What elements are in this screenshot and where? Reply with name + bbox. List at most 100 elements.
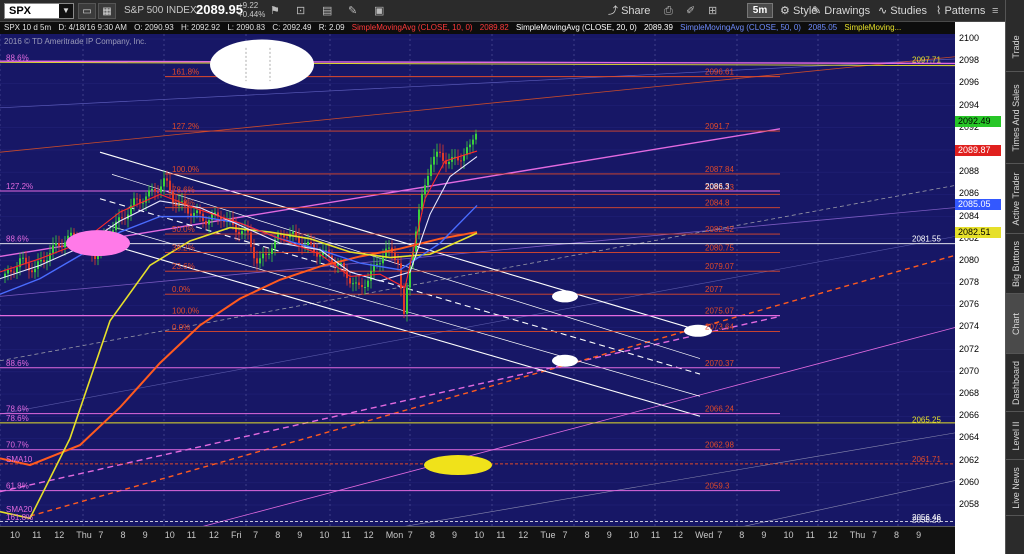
drawings-menu[interactable]: ✎ Drawings [812, 3, 870, 19]
note-icon[interactable]: ✎ [348, 3, 357, 19]
patterns-menu[interactable]: ⌇ Patterns [936, 3, 985, 19]
grid-icon[interactable]: ▦ [98, 3, 116, 19]
legend-more-studies[interactable]: SimpleMoving... [844, 23, 901, 32]
lock-icon[interactable]: ⊞ [708, 3, 717, 19]
sidebar-tab-label: Big Buttons [1010, 240, 1021, 287]
candle-body [262, 253, 264, 259]
price-tick-label: 2072 [959, 343, 980, 354]
pink-level-label: 88.6% [6, 53, 29, 62]
candle-body [292, 231, 294, 234]
time-tick-label: 11 [341, 530, 351, 540]
fib-label-right: 2096.61 [705, 68, 734, 77]
candle-body [295, 231, 297, 236]
candle-body [256, 258, 258, 264]
fib-label-left: 61.8% [172, 199, 195, 208]
candle-body [382, 256, 384, 264]
legend-close: C: 2092.49 [272, 23, 312, 32]
gear-icon: ⚙ [780, 5, 790, 17]
pink-level-label: 88.6% [6, 359, 29, 368]
sidebar-tab-label: Times And Sales [1010, 83, 1021, 152]
sidebar-tab-trade[interactable]: Trade [1006, 22, 1024, 72]
menu-icon[interactable]: ≡ [992, 3, 998, 19]
candle-body [250, 232, 252, 248]
highlight-ellipse-yellow [424, 455, 492, 476]
legend-sma50[interactable]: SimpleMovingAvg (CLOSE, 50, 0) [680, 23, 801, 32]
candle-body [376, 263, 378, 265]
sidebar-tab-dashboard[interactable]: Dashboard [1006, 354, 1024, 412]
legend-sma10[interactable]: SimpleMovingAvg (CLOSE, 10, 0) [352, 23, 473, 32]
chevron-down-icon[interactable]: ▼ [59, 4, 73, 18]
candle-body [388, 247, 390, 249]
candle-body [37, 261, 39, 269]
candle-body [136, 198, 138, 200]
candle-body [442, 152, 444, 161]
time-tick-label: 11 [32, 530, 42, 540]
snapshot-icon[interactable]: ▣ [374, 3, 384, 19]
last-price: 2089.95 [196, 2, 243, 17]
time-tick-label: 11 [805, 530, 815, 540]
candle-body [364, 286, 366, 288]
time-tick-label: 8 [584, 530, 590, 540]
time-tick-label: Tue [540, 530, 556, 540]
candle-body [58, 243, 60, 246]
time-tick-label: 8 [429, 530, 435, 540]
time-tick-label: 7 [98, 530, 104, 540]
print-icon[interactable]: ⎙ [664, 3, 673, 19]
sidebar-tab-big-buttons[interactable]: Big Buttons [1006, 234, 1024, 294]
pencil-icon[interactable]: ✐ [686, 3, 695, 19]
level-label: 2081.55 [912, 235, 941, 244]
sidebar-tab-label: Level II [1010, 420, 1021, 451]
time-tick-label: Fri [231, 530, 242, 540]
candle-body [358, 282, 360, 285]
sidebar-tab-chart[interactable]: Chart [1006, 294, 1024, 354]
symbol-link-icon[interactable]: ▭ [78, 3, 96, 19]
info-icon[interactable]: ▤ [322, 3, 332, 19]
trend-line [0, 56, 955, 153]
instrument-name: S&P 500 INDEX [124, 5, 197, 16]
price-chart-svg[interactable]: 161.8% 127.2% 100.0% 78.6% 61.8% 50.0% 38.2% 23… [0, 34, 955, 526]
candle-body [469, 144, 471, 148]
drawing-set-icon[interactable]: ⊡ [296, 3, 305, 19]
change-stack: +9.22 +0.44% [238, 1, 265, 19]
candle-body [7, 269, 9, 274]
candle-body [448, 161, 450, 165]
time-axis[interactable]: 10 11 12 Thu 7 8 9 10 11 12 Fri 7 8 9 10 11 12 Mon 7 8 9 10 11… [0, 526, 955, 554]
sidebar-tab-times-and-sales[interactable]: Times And Sales [1006, 72, 1024, 164]
sidebar-tab-label: Live News [1010, 466, 1021, 509]
fib-label-right: 2066.24 [705, 405, 734, 414]
legend-high: H: 2092.92 [180, 23, 221, 32]
price-tick-label: 2088 [959, 166, 980, 177]
candle-body [397, 260, 399, 264]
fib-label-right: 2073.64 [705, 322, 734, 331]
candle-body [31, 270, 33, 273]
time-tick-label: 9 [142, 530, 148, 540]
sidebar-tab-active-trader[interactable]: Active Trader [1006, 164, 1024, 234]
chart-toolbar: SPX ▼ ▭ ▦ S&P 500 INDEX 2089.95 +9.22 +0… [0, 0, 1024, 22]
legend-description: SPX 10 d 5m [4, 23, 52, 32]
price-chart-area[interactable]: 161.8% 127.2% 100.0% 78.6% 61.8% 50.0% 38.2% 23… [0, 34, 955, 526]
symbol-input[interactable]: SPX ▼ [4, 3, 74, 19]
candle-body [196, 210, 198, 214]
fib-label-right: 2070.37 [705, 359, 734, 368]
candle-body [16, 267, 18, 273]
candle-body [22, 257, 24, 259]
studies-menu[interactable]: ∿ Studies [878, 3, 927, 19]
legend-sma20-value: 2089.39 [643, 23, 673, 32]
fib-label-right: 2075.07 [705, 307, 734, 316]
share-button[interactable]: ⤴ Share [608, 3, 650, 19]
sidebar-tab-live-news[interactable]: Live News [1006, 460, 1024, 516]
time-tick-label: 10 [319, 530, 330, 540]
candle-body [160, 186, 162, 193]
candle-body [157, 191, 159, 193]
flag-icon[interactable]: ⚑ [270, 3, 280, 19]
candle-body [55, 243, 57, 246]
time-tick-label: Mon [385, 530, 404, 540]
share-label: Share [621, 5, 651, 17]
legend-sma20[interactable]: SimpleMovingAvg (CLOSE, 20, 0) [516, 23, 637, 32]
price-axis[interactable]: 2100209820962094209220902088208620842082… [955, 22, 1005, 554]
candle-body [271, 248, 273, 254]
sidebar-tab-level-ii[interactable]: Level II [1006, 412, 1024, 460]
right-sidebar: Trade Times And Sales Active Trader Big But… [1005, 0, 1024, 554]
timeframe-selector[interactable]: 5m [747, 3, 773, 18]
time-tick-label: Wed [695, 530, 714, 540]
